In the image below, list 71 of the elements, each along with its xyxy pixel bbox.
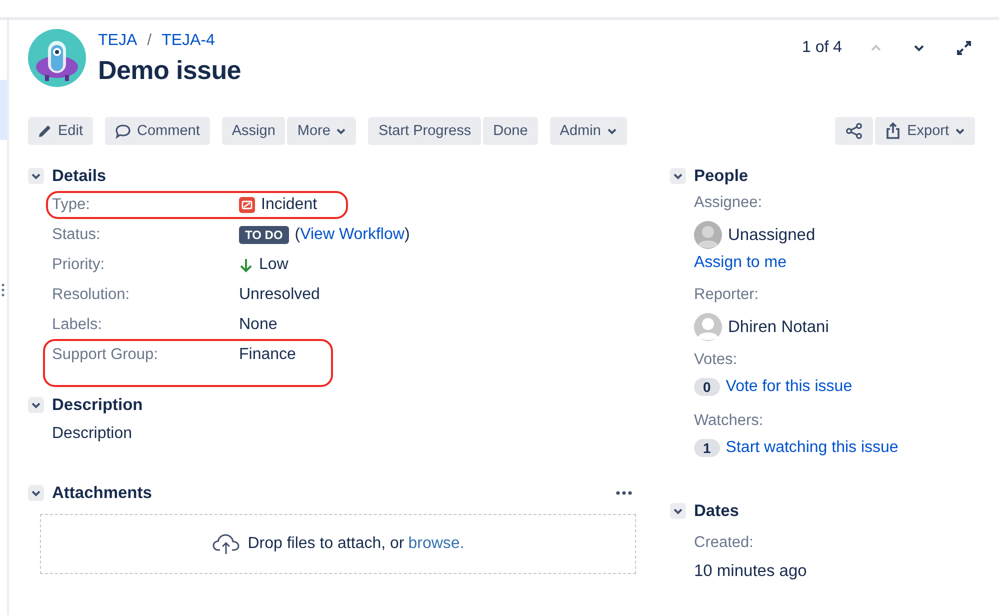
field-label: Reporter:: [694, 286, 760, 305]
toolbar-button[interactable]: Assign: [222, 117, 286, 145]
field-label: Support Group:: [52, 346, 159, 364]
breadcrumb-separator: /: [147, 32, 152, 50]
action-link[interactable]: Vote for this issue: [726, 378, 852, 396]
caret-icon: [336, 128, 346, 134]
file-drop-zone[interactable]: Drop files to attach, or browse.: [40, 514, 636, 574]
browse-link[interactable]: browse.: [408, 535, 464, 553]
project-avatar-icon: [28, 29, 86, 87]
field-value: None: [239, 316, 278, 334]
section-title: People: [694, 166, 748, 186]
assign-to-me-link[interactable]: Assign to me: [694, 254, 975, 272]
field-label: Assignee:: [694, 194, 764, 213]
date-value: 10 minutes ago: [694, 562, 808, 581]
share-icon: [845, 123, 864, 139]
section-title: Description: [52, 396, 143, 414]
collapse-chevron-icon[interactable]: [670, 168, 686, 184]
count-badge: 1: [694, 439, 720, 457]
field-label: Type:: [52, 196, 91, 214]
description-text: Description: [51, 425, 134, 443]
section-title: Dates: [694, 502, 739, 520]
user-name: Unassigned: [728, 226, 816, 244]
issue-title: Demo issue: [98, 55, 241, 86]
next-chevron-icon[interactable]: [913, 44, 925, 52]
field-label: Watchers:: [694, 412, 764, 431]
caret-icon: [955, 128, 965, 134]
breadcrumb-link[interactable]: TEJA-4: [162, 32, 215, 50]
export-button[interactable]: Export: [875, 117, 975, 145]
toolbar-button[interactable]: Edit: [28, 117, 93, 145]
cloud-upload-icon: [212, 533, 240, 555]
view-workflow-link[interactable]: View Workflow: [300, 226, 404, 244]
count-badge: 0: [694, 378, 720, 396]
field-label: Priority:: [52, 256, 106, 274]
user-name: Dhiren Notani: [728, 318, 829, 336]
collapse-chevron-icon[interactable]: [28, 397, 44, 413]
dropdown-button[interactable]: Admin: [550, 117, 627, 145]
speech-bubble-icon: [115, 124, 131, 138]
status-badge: TO DO: [239, 226, 289, 244]
toolbar-button[interactable]: Comment: [105, 117, 210, 145]
upload-icon: [885, 122, 902, 140]
pencil-icon: [38, 124, 52, 138]
section-title: Details: [52, 166, 106, 186]
breadcrumb-link[interactable]: TEJA: [98, 32, 138, 50]
incident-type-icon: [239, 197, 255, 213]
section-title: Attachments: [52, 484, 152, 502]
expand-icon[interactable]: [956, 40, 972, 56]
toolbar-button[interactable]: Start Progress: [368, 117, 482, 145]
collapse-chevron-icon[interactable]: [28, 485, 44, 501]
field-label: Created:: [694, 534, 754, 553]
caret-icon: [606, 128, 617, 134]
share-button[interactable]: [835, 117, 874, 145]
field-label: Resolution:: [52, 286, 131, 304]
field-value: Unresolved: [239, 286, 320, 304]
collapse-chevron-icon[interactable]: [28, 168, 44, 184]
parenthesis: ): [404, 226, 410, 244]
pager-count: 1 of 4: [802, 39, 842, 57]
action-link[interactable]: Start watching this issue: [726, 439, 898, 457]
dropdown-button[interactable]: More: [287, 117, 356, 145]
field-label: Labels:: [52, 316, 103, 334]
parenthesis: (: [294, 226, 300, 244]
more-options-icon[interactable]: [616, 491, 632, 495]
collapse-chevron-icon[interactable]: [670, 503, 686, 519]
drag-handle-icon[interactable]: [1, 283, 5, 299]
field-label: Status:: [52, 226, 102, 244]
field-value: Low: [259, 256, 288, 274]
drop-instructions: Drop files to attach, or: [248, 535, 404, 553]
field-value: Incident: [261, 196, 318, 214]
field-label: Votes:: [694, 351, 738, 370]
down-arrow-icon: [239, 258, 253, 272]
toolbar-button[interactable]: Done: [483, 117, 538, 145]
field-value: Finance: [239, 346, 296, 364]
